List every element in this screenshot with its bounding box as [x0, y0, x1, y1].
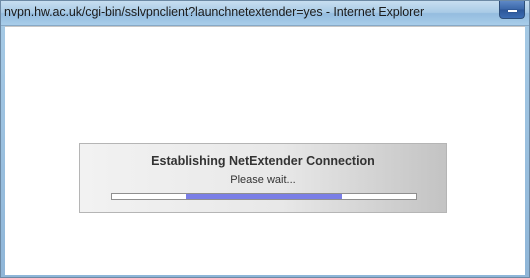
dialog-title: Establishing NetExtender Connection: [151, 154, 375, 168]
minimize-icon: [508, 10, 517, 12]
title-bar[interactable]: nvpn.hw.ac.uk/cgi-bin/sslvpnclient?launc…: [1, 1, 529, 26]
connection-dialog: Establishing NetExtender Connection Plea…: [79, 143, 447, 213]
progress-bar: [111, 193, 417, 200]
window-title: nvpn.hw.ac.uk/cgi-bin/sslvpnclient?launc…: [4, 5, 425, 19]
progress-fill: [186, 194, 342, 199]
minimize-button[interactable]: [499, 1, 525, 19]
browser-window: nvpn.hw.ac.uk/cgi-bin/sslvpnclient?launc…: [0, 0, 530, 278]
dialog-subtitle: Please wait...: [230, 174, 296, 186]
page-content: Establishing NetExtender Connection Plea…: [5, 26, 525, 275]
